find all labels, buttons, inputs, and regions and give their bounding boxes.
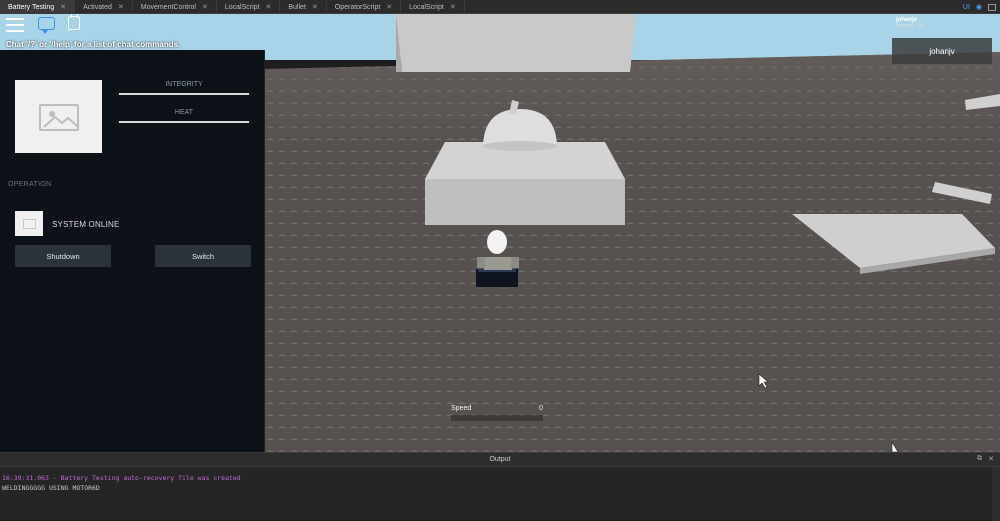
system-status-text: SYSTEM ONLINE [52,220,120,229]
output-log[interactable]: 16:39:31.063 - Battery Testing auto-reco… [0,467,1000,499]
output-scrollbar[interactable] [992,467,1000,521]
integrity-bar [119,93,249,95]
ui-toggle-button[interactable]: UI [963,4,970,11]
shutdown-button[interactable]: Shutdown [15,245,111,267]
heat-label: HEAT [174,109,194,116]
tab-bullet[interactable]: Bullet ✕ [280,0,327,14]
tab-label: Activated [83,3,112,11]
account-age-label: Account: 13+ [896,23,926,29]
player-list-entry[interactable]: johanjv [892,38,992,64]
close-icon[interactable]: ✕ [60,3,66,11]
switch-button[interactable]: Switch [155,245,251,267]
tab-localscript-2[interactable]: LocalScript ✕ [401,0,465,14]
image-placeholder [15,80,102,153]
chat-icon[interactable] [38,17,55,34]
eye-icon[interactable]: ◉ [976,3,982,11]
close-icon[interactable]: ✕ [202,3,208,11]
log-message: WELDINGGGGG USING MOTOR6D [2,484,100,492]
tab-localscript[interactable]: LocalScript ✕ [217,0,281,14]
tab-label: MovementControl [140,3,196,11]
speed-label: Speed [451,405,472,412]
player-name: johanjv [929,46,955,56]
close-icon[interactable]: ✕ [266,3,272,11]
close-icon[interactable]: ✕ [312,3,318,11]
tab-label: LocalScript [409,3,444,11]
log-line: 16:39:31.063 - Battery Testing auto-reco… [2,473,998,483]
close-icon[interactable]: ✕ [118,3,124,11]
tab-label: LocalScript [224,3,260,11]
close-icon[interactable]: ✕ [386,3,392,11]
account-info: johanjv Account: 13+ [896,17,925,29]
tab-activated[interactable]: Activated ✕ [75,0,133,14]
tab-battery-testing[interactable]: Battery Testing ✕ [0,0,76,14]
tab-label: Battery Testing [8,3,55,11]
output-title: Output [489,456,511,463]
log-message: Battery Testing auto-recovery file was c… [60,474,241,482]
log-line: WELDINGGGGG USING MOTOR6D [2,483,998,493]
close-icon[interactable]: ✕ [450,3,456,11]
status-indicator-icon [15,211,43,236]
chat-hint-text: Chat '/?' or '/help' for a list of chat … [6,40,181,49]
close-icon[interactable]: ✕ [988,455,994,463]
output-header: Output ⧉ ✕ [0,453,1000,467]
output-panel: Output ⧉ ✕ 16:39:31.063 - Battery Testin… [0,452,1000,521]
heat-bar [119,121,249,123]
operator-panel: INTEGRITY HEAT OPERATION SYSTEM ONLINE S… [0,50,265,452]
game-viewport[interactable]: johanjv Account: 13+ johanjv INTEGRITY H… [0,14,1000,452]
operation-label: OPERATION [8,181,52,188]
tab-operatorscript[interactable]: OperatorScript ✕ [327,0,402,14]
tab-movementcontrol[interactable]: MovementControl ✕ [133,0,217,14]
dock-icon[interactable]: ⧉ [977,455,982,463]
log-timestamp: 16:39:31.063 - [2,474,61,482]
image-icon [39,104,79,131]
speed-bar [451,415,543,421]
hamburger-menu-icon[interactable] [6,18,24,32]
tabbar-controls: UI ◉ [963,0,996,14]
output-window-controls: ⧉ ✕ [977,455,994,463]
integrity-label: INTEGRITY [165,81,203,88]
restore-window-icon[interactable] [988,3,996,11]
tab-label: Bullet [288,3,306,11]
tab-label: OperatorScript [334,3,381,11]
script-tab-bar: Battery Testing ✕ Activated ✕ MovementCo… [0,0,1000,14]
speed-value: 0 [539,405,543,412]
backpack-icon[interactable] [68,14,80,30]
roblox-topbar: johanjv Account: 13+ [0,14,1000,36]
